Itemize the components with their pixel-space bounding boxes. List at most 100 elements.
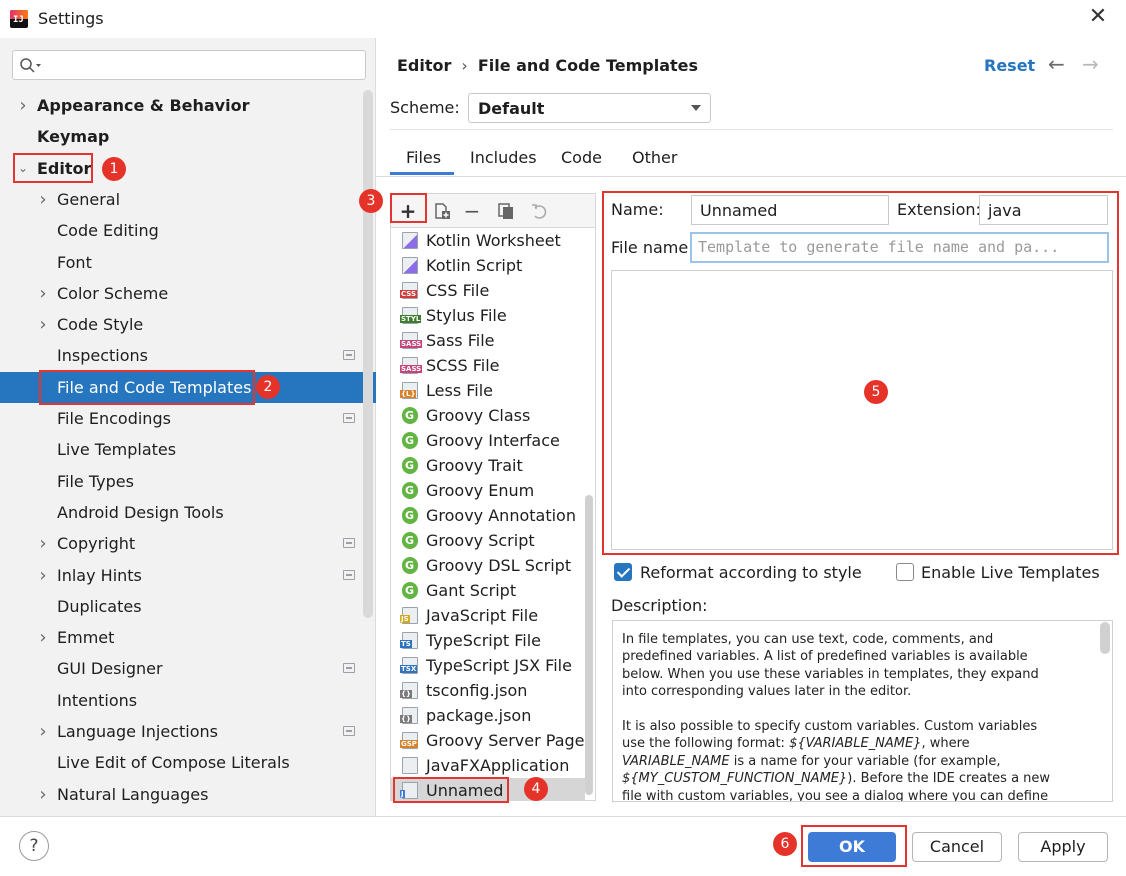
sidebar-item-file-types[interactable]: File Types xyxy=(0,466,376,497)
chevron-right-icon[interactable]: › xyxy=(36,622,50,653)
sidebar-item-color-scheme[interactable]: › Color Scheme xyxy=(0,278,376,309)
back-arrow-icon[interactable]: ← xyxy=(1048,52,1065,76)
forward-arrow-icon[interactable]: → xyxy=(1082,52,1099,76)
sidebar-item-natural-languages[interactable]: › Natural Languages xyxy=(0,779,376,810)
cancel-button[interactable]: Cancel xyxy=(912,832,1002,862)
help-button[interactable]: ? xyxy=(19,831,49,861)
template-item-label: TypeScript JSX File xyxy=(426,656,572,675)
template-item-groovy-script[interactable]: Groovy Script xyxy=(391,528,585,553)
scheme-dropdown[interactable]: Default xyxy=(468,93,711,123)
chevron-right-icon[interactable]: › xyxy=(16,90,30,121)
template-item-kotlin-worksheet[interactable]: Kotlin Worksheet xyxy=(391,228,585,253)
breadcrumb-editor[interactable]: Editor xyxy=(397,56,451,75)
annotation-box-add xyxy=(390,193,427,223)
sidebar-scrollbar[interactable] xyxy=(363,90,373,618)
template-item-javascript-file[interactable]: JS JavaScript File xyxy=(391,603,585,628)
template-item-less-file[interactable]: {L} Less File xyxy=(391,378,585,403)
sidebar-item-code-style[interactable]: › Code Style xyxy=(0,309,376,340)
close-icon[interactable]: ✕ xyxy=(1086,6,1110,30)
remove-template-button[interactable]: − xyxy=(459,198,485,224)
template-item-typescript-file[interactable]: TS TypeScript File xyxy=(391,628,585,653)
add-child-template-button[interactable] xyxy=(429,198,455,224)
template-item-kotlin-script[interactable]: Kotlin Script xyxy=(391,253,585,278)
file-type-badge: JS xyxy=(400,615,410,623)
groovy-icon xyxy=(402,482,418,499)
chevron-right-icon[interactable]: › xyxy=(36,309,50,340)
template-item-label: SCSS File xyxy=(426,356,500,375)
chevron-right-icon[interactable]: › xyxy=(36,716,50,747)
sidebar-item-label: Live Templates xyxy=(57,440,177,460)
chevron-right-icon[interactable]: › xyxy=(36,184,50,215)
template-item-css-file[interactable]: CSS CSS File xyxy=(391,278,585,303)
template-item-groovy-class[interactable]: Groovy Class xyxy=(391,403,585,428)
sidebar-item-code-editing[interactable]: Code Editing xyxy=(0,215,376,246)
template-item-groovy-annotation[interactable]: Groovy Annotation xyxy=(391,503,585,528)
template-item-label: JavaFXApplication xyxy=(426,756,570,775)
add-file-icon xyxy=(435,203,450,219)
template-item-groovy-dsl-script[interactable]: Groovy DSL Script xyxy=(391,553,585,578)
template-item-typescript-jsx-file[interactable]: TSX TypeScript JSX File xyxy=(391,653,585,678)
template-item-groovy-trait[interactable]: Groovy Trait xyxy=(391,453,585,478)
sidebar-item-appearance-behavior[interactable]: › Appearance & Behavior xyxy=(0,90,376,121)
project-scope-icon xyxy=(343,350,355,361)
template-item-gant-script[interactable]: Gant Script xyxy=(391,578,585,603)
groovy-icon xyxy=(402,407,418,424)
sidebar-item-live-edit-of-compose-literals[interactable]: Live Edit of Compose Literals xyxy=(0,747,376,778)
description-scrollbar[interactable] xyxy=(1100,622,1110,654)
description-label: Description: xyxy=(611,596,708,615)
apply-button[interactable]: Apply xyxy=(1018,832,1108,862)
search-input[interactable] xyxy=(12,50,366,80)
sidebar-item-copyright[interactable]: › Copyright xyxy=(0,528,376,559)
sidebar-item-live-templates[interactable]: Live Templates xyxy=(0,434,376,465)
live-templates-checkbox[interactable] xyxy=(896,563,914,581)
sidebar-item-keymap[interactable]: Keymap xyxy=(0,121,376,152)
template-item-sass-file[interactable]: SASS Sass File xyxy=(391,328,585,353)
tab-includes[interactable]: Includes xyxy=(470,148,537,167)
file-type-icon: STYL xyxy=(400,307,422,324)
tab-code[interactable]: Code xyxy=(561,148,602,167)
sidebar-item-gui-designer[interactable]: GUI Designer xyxy=(0,653,376,684)
chevron-right-icon[interactable]: › xyxy=(36,560,50,591)
chevron-right-icon[interactable]: › xyxy=(36,528,50,559)
sidebar-item-label: Language Injections xyxy=(57,722,218,741)
template-item-groovy-server-page[interactable]: GSP Groovy Server Page xyxy=(391,728,585,753)
file-type-icon: {} xyxy=(400,682,418,699)
tab-files[interactable]: Files xyxy=(406,148,441,167)
groovy-icon xyxy=(402,457,418,474)
sidebar-item-general[interactable]: › General xyxy=(0,184,376,215)
template-item-javafxapplication[interactable]: JavaFXApplication xyxy=(391,753,585,778)
chevron-right-icon[interactable]: › xyxy=(36,278,50,309)
file-type-icon: GSP xyxy=(400,732,418,749)
chevron-right-icon[interactable]: › xyxy=(36,779,50,810)
template-item-stylus-file[interactable]: STYL Stylus File xyxy=(391,303,585,328)
sidebar-item-android-design-tools[interactable]: Android Design Tools xyxy=(0,497,376,528)
sidebar-item-font[interactable]: Font xyxy=(0,247,376,278)
scheme-label: Scheme: xyxy=(390,98,460,117)
divider xyxy=(390,129,1113,130)
project-scope-icon xyxy=(343,569,355,580)
reset-template-button[interactable] xyxy=(526,198,552,224)
copy-template-button[interactable] xyxy=(493,198,519,224)
sidebar-item-duplicates[interactable]: Duplicates xyxy=(0,591,376,622)
description-panel: In file templates, you can use text, cod… xyxy=(612,620,1113,802)
intellij-app-icon: IJ xyxy=(10,10,28,28)
sidebar-item-language-injections[interactable]: › Language Injections xyxy=(0,716,376,747)
sidebar-item-emmet[interactable]: › Emmet xyxy=(0,622,376,653)
annotation-box-editor xyxy=(13,153,93,183)
template-item-tsconfig-json[interactable]: {} tsconfig.json xyxy=(391,678,585,703)
file-type-badge: {L} xyxy=(400,390,417,398)
template-item-groovy-interface[interactable]: Groovy Interface xyxy=(391,428,585,453)
template-item-package-json[interactable]: {} package.json xyxy=(391,703,585,728)
template-item-groovy-enum[interactable]: Groovy Enum xyxy=(391,478,585,503)
sidebar-item-intentions[interactable]: Intentions xyxy=(0,685,376,716)
tab-other[interactable]: Other xyxy=(632,148,677,167)
sidebar-item-file-encodings[interactable]: File Encodings xyxy=(0,403,376,434)
template-item-label: CSS File xyxy=(426,281,490,300)
template-item-scss-file[interactable]: SASS SCSS File xyxy=(391,353,585,378)
sidebar-item-inspections[interactable]: Inspections xyxy=(0,340,376,371)
sidebar-item-inlay-hints[interactable]: › Inlay Hints xyxy=(0,560,376,591)
reformat-checkbox[interactable] xyxy=(614,563,632,581)
reset-link[interactable]: Reset xyxy=(984,56,1035,75)
template-list-scrollbar[interactable] xyxy=(585,495,593,795)
file-type-badge: SASS xyxy=(400,365,423,373)
